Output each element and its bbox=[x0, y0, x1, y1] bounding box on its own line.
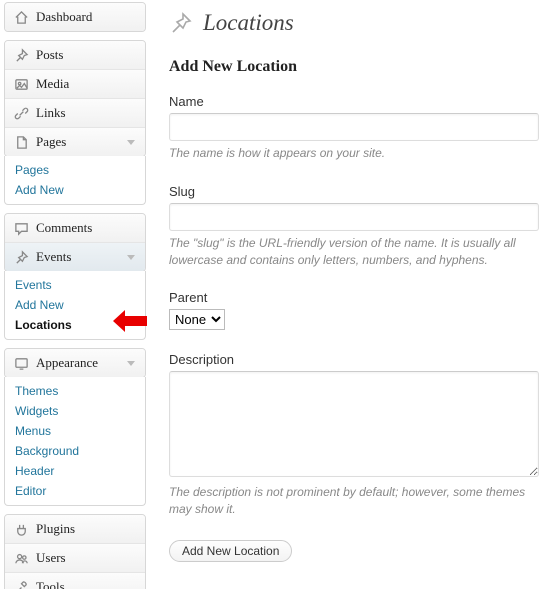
link-icon bbox=[13, 105, 29, 121]
input-slug[interactable] bbox=[169, 203, 539, 231]
sidebar-label: Comments bbox=[36, 220, 137, 236]
submenu-item[interactable]: Add New bbox=[5, 295, 145, 315]
page-title: Locations bbox=[169, 10, 544, 36]
sidebar-label: Users bbox=[36, 550, 137, 566]
sidebar-label: Pages bbox=[36, 134, 120, 150]
label-parent: Parent bbox=[169, 290, 544, 305]
sidebar-label: Links bbox=[36, 105, 137, 121]
field-name: Name The name is how it appears on your … bbox=[169, 94, 544, 162]
plugin-icon bbox=[13, 521, 29, 537]
home-icon bbox=[13, 9, 29, 25]
hint-description: The description is not prominent by defa… bbox=[169, 484, 537, 518]
sidebar-label: Appearance bbox=[36, 355, 120, 371]
tools-icon bbox=[13, 579, 29, 589]
sidebar-item-pages[interactable]: Pages bbox=[5, 128, 145, 156]
textarea-description[interactable] bbox=[169, 371, 539, 477]
admin-sidebar: Dashboard Posts Media Links Pages bbox=[0, 0, 151, 589]
submenu-item[interactable]: Menus bbox=[5, 421, 145, 441]
submenu-item[interactable]: Editor bbox=[5, 481, 145, 501]
sidebar-item-appearance[interactable]: Appearance bbox=[5, 349, 145, 377]
sidebar-item-comments[interactable]: Comments bbox=[5, 214, 145, 243]
pin-icon bbox=[13, 47, 29, 63]
chevron-down-icon bbox=[127, 140, 135, 145]
hint-name: The name is how it appears on your site. bbox=[169, 145, 537, 162]
sidebar-item-tools[interactable]: Tools bbox=[5, 573, 145, 589]
main-content: Locations Add New Location Name The name… bbox=[151, 0, 550, 589]
sidebar-label: Media bbox=[36, 76, 137, 92]
submenu-appearance: Themes Widgets Menus Background Header E… bbox=[4, 377, 146, 506]
label-description: Description bbox=[169, 352, 544, 367]
submenu-item-current[interactable]: Locations bbox=[5, 315, 145, 335]
submenu-item[interactable]: Pages bbox=[5, 160, 145, 180]
page-title-text: Locations bbox=[203, 10, 294, 36]
hint-slug: The "slug" is the URL-friendly version o… bbox=[169, 235, 537, 269]
field-parent: Parent None bbox=[169, 290, 544, 330]
sidebar-label: Dashboard bbox=[36, 9, 137, 25]
select-parent[interactable]: None bbox=[169, 309, 225, 330]
submenu-item[interactable]: Themes bbox=[5, 381, 145, 401]
sidebar-label: Tools bbox=[36, 579, 137, 589]
sidebar-label: Posts bbox=[36, 47, 137, 63]
input-name[interactable] bbox=[169, 113, 539, 141]
sidebar-label: Events bbox=[36, 249, 120, 265]
chevron-down-icon bbox=[127, 255, 135, 260]
field-description: Description The description is not promi… bbox=[169, 352, 544, 518]
users-icon bbox=[13, 550, 29, 566]
submenu-item[interactable]: Events bbox=[5, 275, 145, 295]
sidebar-item-dashboard[interactable]: Dashboard bbox=[5, 3, 145, 31]
field-slug: Slug The "slug" is the URL-friendly vers… bbox=[169, 184, 544, 269]
submenu-item[interactable]: Add New bbox=[5, 180, 145, 200]
media-icon bbox=[13, 76, 29, 92]
submenu-events: Events Add New Locations bbox=[4, 271, 146, 340]
submenu-item[interactable]: Header bbox=[5, 461, 145, 481]
chevron-down-icon bbox=[127, 361, 135, 366]
appearance-icon bbox=[13, 355, 29, 371]
sidebar-item-posts[interactable]: Posts bbox=[5, 41, 145, 70]
sidebar-item-media[interactable]: Media bbox=[5, 70, 145, 99]
sidebar-item-users[interactable]: Users bbox=[5, 544, 145, 573]
sidebar-item-events[interactable]: Events bbox=[5, 243, 145, 271]
submenu-item[interactable]: Widgets bbox=[5, 401, 145, 421]
submit-button[interactable]: Add New Location bbox=[169, 540, 292, 562]
section-heading: Add New Location bbox=[169, 58, 544, 76]
pin-icon bbox=[169, 11, 193, 35]
submenu-item[interactable]: Background bbox=[5, 441, 145, 461]
page-icon bbox=[13, 134, 29, 150]
submenu-pages: Pages Add New bbox=[4, 156, 146, 205]
label-name: Name bbox=[169, 94, 544, 109]
label-slug: Slug bbox=[169, 184, 544, 199]
comment-icon bbox=[13, 220, 29, 236]
sidebar-item-plugins[interactable]: Plugins bbox=[5, 515, 145, 544]
sidebar-label: Plugins bbox=[36, 521, 137, 537]
pin-icon bbox=[13, 249, 29, 265]
sidebar-item-links[interactable]: Links bbox=[5, 99, 145, 128]
